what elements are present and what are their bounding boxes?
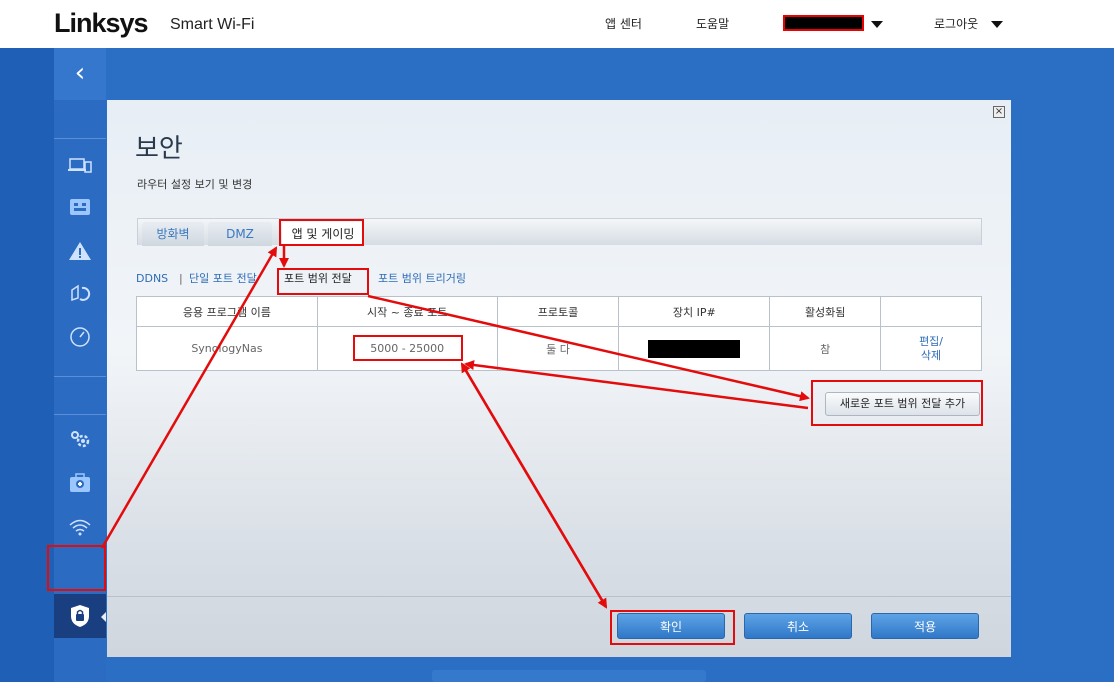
redacted-ip xyxy=(648,339,741,358)
col-device-ip: 장치 IP# xyxy=(618,296,771,327)
delete-link[interactable]: 삭제 xyxy=(881,349,981,363)
tab-dmz[interactable]: DMZ xyxy=(208,222,272,246)
col-app-name: 응용 프로그램 이름 xyxy=(136,296,318,327)
chevron-left-icon[interactable]: ‹ xyxy=(54,48,106,100)
wifi-settings-icon[interactable] xyxy=(68,516,92,538)
help-link[interactable]: 도움말 xyxy=(696,15,729,32)
col-port-range: 시작 ~ 종료 포트 xyxy=(316,296,498,327)
router-settings-icon[interactable] xyxy=(68,428,92,450)
account-caret-icon[interactable] xyxy=(871,21,883,28)
tab-bar: 방화벽 DMZ 앱 및 게이밍 xyxy=(137,218,982,246)
sidebar-divider xyxy=(54,414,106,415)
active-pointer xyxy=(101,612,106,622)
col-actions xyxy=(880,296,982,327)
col-protocol: 프로토콜 xyxy=(496,296,620,327)
logout-caret-icon[interactable] xyxy=(991,21,1003,28)
annotation-security-box xyxy=(47,545,106,591)
port-range-table: 응용 프로그램 이름 시작 ~ 종료 포트 프로토콜 장치 IP# 활성화됨 S… xyxy=(136,296,982,371)
subnav-port-range-triggering[interactable]: 포트 범위 트리거링 xyxy=(378,272,466,286)
table-header-row: 응용 프로그램 이름 시작 ~ 종료 포트 프로토콜 장치 IP# 활성화됨 xyxy=(136,296,982,327)
security-icon xyxy=(70,604,90,632)
annotation-ok-box xyxy=(610,610,735,645)
cancel-button[interactable]: 취소 xyxy=(744,613,852,639)
sidebar-divider xyxy=(54,376,106,377)
annotation-ports-box xyxy=(353,335,463,361)
cell-actions: 편집/ 삭제 xyxy=(880,326,982,371)
top-header: Linksys Smart Wi-Fi 앱 센터 도움말 로그아웃 xyxy=(0,0,1114,48)
col-enabled: 활성화됨 xyxy=(769,296,882,327)
cell-device-ip xyxy=(618,326,771,371)
sidebar-item-security[interactable] xyxy=(54,594,106,638)
annotation-subnav-box xyxy=(277,268,369,295)
annotation-add-box xyxy=(811,380,983,426)
cell-enabled: 참 xyxy=(769,326,882,371)
cell-app-name: SynologyNas xyxy=(136,326,318,371)
page-title: 보안 xyxy=(135,134,183,164)
tab-firewall[interactable]: 방화벽 xyxy=(142,222,204,246)
background-strip xyxy=(0,48,54,682)
annotation-tab-box xyxy=(279,219,364,246)
subnav-single-port-forwarding[interactable]: 단일 포트 전달 xyxy=(189,272,257,286)
table-row: SynologyNas 5000 - 25000 둘 다 참 편집/ 삭제 xyxy=(136,326,982,371)
page-subtitle: 라우터 설정 보기 및 변경 xyxy=(137,178,253,191)
user-account-redacted[interactable] xyxy=(783,15,864,31)
edit-link[interactable]: 편집/ xyxy=(881,335,981,349)
cell-protocol: 둘 다 xyxy=(496,326,620,371)
sidebar-divider xyxy=(54,138,106,139)
security-panel: × 보안 라우터 설정 보기 및 변경 방화벽 DMZ 앱 및 게이밍 DDNS… xyxy=(107,100,1011,657)
close-icon[interactable]: × xyxy=(993,106,1005,118)
linksys-logo[interactable]: Linksys xyxy=(54,8,149,39)
subnav-divider: | xyxy=(179,272,183,285)
bottom-shadow xyxy=(432,670,706,682)
apply-button[interactable]: 적용 xyxy=(871,613,979,639)
speed-test-icon[interactable] xyxy=(68,326,92,348)
subnav-ddns[interactable]: DDNS xyxy=(136,272,168,286)
network-map-icon[interactable] xyxy=(68,196,92,218)
device-list-icon[interactable] xyxy=(68,154,92,176)
parental-controls-icon[interactable] xyxy=(68,282,92,304)
logout-link[interactable]: 로그아웃 xyxy=(934,15,978,32)
app-center-link[interactable]: 앱 센터 xyxy=(605,15,642,32)
troubleshooting-icon[interactable] xyxy=(68,472,92,494)
footer-divider xyxy=(107,596,1011,597)
alert-icon[interactable] xyxy=(68,240,92,262)
product-name: Smart Wi-Fi xyxy=(170,16,255,33)
